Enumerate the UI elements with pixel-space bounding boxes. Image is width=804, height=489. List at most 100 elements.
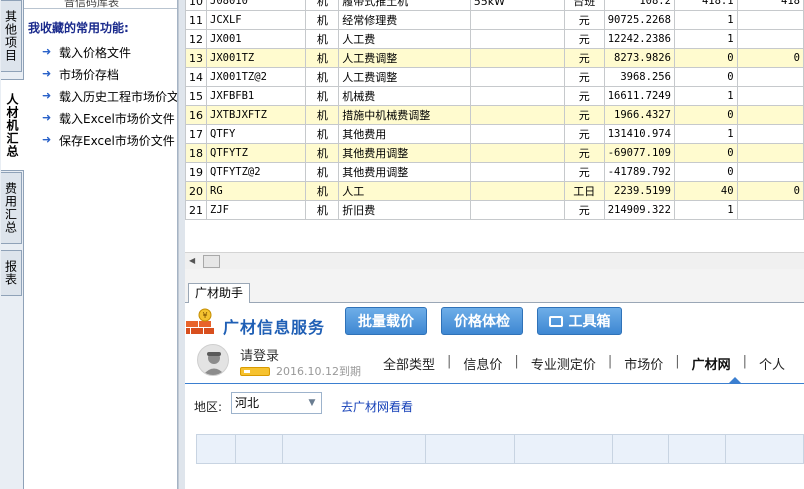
item-spec-cell[interactable]: 55kW — [469, 0, 565, 11]
table-row[interactable]: 12 JX001 机人工费 元 12242.2386 1 — [185, 29, 804, 49]
item-code-cell[interactable]: ZJF — [205, 200, 307, 220]
item-qty-cell[interactable]: 0 — [673, 48, 738, 68]
item-name-cell[interactable]: 人工费调整 — [338, 67, 471, 87]
item-qty-cell[interactable]: 1 — [673, 124, 738, 144]
item-name-cell[interactable]: 人工 — [338, 181, 471, 201]
item-extra-cell[interactable] — [736, 162, 804, 182]
item-name-cell[interactable]: 其他费用调整 — [338, 162, 471, 182]
item-unit-cell[interactable]: 元 — [563, 48, 605, 68]
fav-load-price-file[interactable]: ➜ 载入价格文件 — [42, 43, 131, 61]
item-spec-cell[interactable] — [469, 86, 565, 106]
nav-tab-4[interactable]: 广材网 — [690, 354, 733, 374]
item-spec-cell[interactable] — [469, 48, 565, 68]
tab-cost-summary[interactable]: 费用汇总 — [1, 172, 22, 244]
tab-other-items[interactable]: 其他项目 — [1, 0, 22, 72]
horizontal-scrollbar[interactable]: ◀ — [185, 252, 804, 269]
row-number-cell[interactable]: 21 — [185, 200, 207, 220]
row-number-cell[interactable]: 12 — [185, 29, 207, 49]
item-extra-cell[interactable] — [736, 200, 804, 220]
item-name-cell[interactable]: 经常修理费 — [338, 10, 471, 30]
item-qty-cell[interactable]: 1 — [673, 29, 738, 49]
item-spec-cell[interactable] — [469, 143, 565, 163]
fav-load-history-market-price[interactable]: ➜ 载入历史工程市场价文 — [42, 87, 177, 105]
item-unit-cell[interactable]: 元 — [563, 162, 605, 182]
item-price-cell[interactable]: 90725.2268 — [603, 10, 675, 30]
panel-top-item[interactable]: 音信码库表 — [24, 0, 177, 9]
item-name-cell[interactable]: 其他费用调整 — [338, 143, 471, 163]
item-extra-cell[interactable] — [736, 143, 804, 163]
table-row[interactable]: 10 J08010 机履带式推土机 55kW 台班 108.2 418.1 418 — [185, 0, 804, 11]
item-type-cell[interactable]: 机 — [305, 48, 340, 68]
item-code-cell[interactable]: QTFY — [205, 124, 307, 144]
item-spec-cell[interactable] — [469, 105, 565, 125]
item-type-cell[interactable]: 机 — [305, 105, 340, 125]
nav-tab-3[interactable]: 市场价 — [622, 354, 665, 374]
item-qty-cell[interactable]: 0 — [673, 162, 738, 182]
item-extra-cell[interactable] — [736, 67, 804, 87]
tab-reports[interactable]: 报表 — [1, 250, 22, 296]
user-avatar[interactable] — [197, 344, 229, 376]
item-extra-cell[interactable] — [736, 105, 804, 125]
item-type-cell[interactable]: 机 — [305, 10, 340, 30]
table-row[interactable]: 15 JXFBFB1 机机械费 元 16611.7249 1 — [185, 86, 804, 106]
item-unit-cell[interactable]: 工日 — [563, 181, 605, 201]
item-price-cell[interactable]: 3968.256 — [603, 67, 675, 87]
item-qty-cell[interactable]: 0 — [673, 67, 738, 87]
table-row[interactable]: 11 JCXLF 机经常修理费 元 90725.2268 1 — [185, 10, 804, 30]
item-qty-cell[interactable]: 1 — [673, 86, 738, 106]
item-spec-cell[interactable] — [469, 200, 565, 220]
item-extra-cell[interactable]: 0 — [736, 181, 804, 201]
item-price-cell[interactable]: 8273.9826 — [603, 48, 675, 68]
item-price-cell[interactable]: 131410.974 — [603, 124, 675, 144]
item-code-cell[interactable]: JX001TZ — [205, 48, 307, 68]
row-number-cell[interactable]: 16 — [185, 105, 207, 125]
item-price-cell[interactable]: 214909.322 — [603, 200, 675, 220]
item-spec-cell[interactable] — [469, 29, 565, 49]
row-number-cell[interactable]: 15 — [185, 86, 207, 106]
item-type-cell[interactable]: 机 — [305, 86, 340, 106]
table-row[interactable]: 14 JX001TZ@2 机人工费调整 元 3968.256 0 — [185, 67, 804, 87]
item-spec-cell[interactable] — [469, 10, 565, 30]
item-unit-cell[interactable]: 元 — [563, 29, 605, 49]
row-number-cell[interactable]: 19 — [185, 162, 207, 182]
item-price-cell[interactable]: -41789.792 — [603, 162, 675, 182]
item-name-cell[interactable]: 机械费 — [338, 86, 471, 106]
fav-load-excel-market-price[interactable]: ➜ 载入Excel市场价文件 — [42, 109, 175, 127]
item-unit-cell[interactable]: 台班 — [563, 0, 605, 11]
price-check-button[interactable]: 价格体检 — [441, 307, 523, 335]
item-spec-cell[interactable] — [469, 162, 565, 182]
item-price-cell[interactable]: 1966.4327 — [603, 105, 675, 125]
row-number-cell[interactable]: 10 — [185, 0, 207, 11]
row-number-cell[interactable]: 14 — [185, 67, 207, 87]
item-price-cell[interactable]: 12242.2386 — [603, 29, 675, 49]
item-name-cell[interactable]: 折旧费 — [338, 200, 471, 220]
item-type-cell[interactable]: 机 — [305, 162, 340, 182]
item-code-cell[interactable]: RG — [205, 181, 307, 201]
item-unit-cell[interactable]: 元 — [563, 124, 605, 144]
fav-save-excel-market-price[interactable]: ➜ 保存Excel市场价文件 — [42, 131, 175, 149]
item-code-cell[interactable]: JX001TZ@2 — [205, 67, 307, 87]
item-spec-cell[interactable] — [469, 67, 565, 87]
item-type-cell[interactable]: 机 — [305, 143, 340, 163]
table-row[interactable]: 17 QTFY 机其他费用 元 131410.974 1 — [185, 124, 804, 144]
row-number-cell[interactable]: 11 — [185, 10, 207, 30]
row-number-cell[interactable]: 20 — [185, 181, 207, 201]
item-qty-cell[interactable]: 418.1 — [673, 0, 738, 11]
table-row[interactable]: 18 QTFYTZ 机其他费用调整 元 -69077.109 0 — [185, 143, 804, 163]
item-qty-cell[interactable]: 1 — [673, 200, 738, 220]
tab-guangcai-assistant[interactable]: 广材助手 — [188, 283, 251, 303]
row-number-cell[interactable]: 17 — [185, 124, 207, 144]
item-spec-cell[interactable] — [469, 124, 565, 144]
item-price-cell[interactable]: 2239.5199 — [603, 181, 675, 201]
item-extra-cell[interactable] — [736, 10, 804, 30]
region-select[interactable]: 河北 ▼ — [231, 392, 322, 414]
item-unit-cell[interactable]: 元 — [563, 200, 605, 220]
item-unit-cell[interactable]: 元 — [563, 143, 605, 163]
item-type-cell[interactable]: 机 — [305, 200, 340, 220]
item-code-cell[interactable]: QTFYTZ@2 — [205, 162, 307, 182]
item-unit-cell[interactable]: 元 — [563, 10, 605, 30]
toolbox-button[interactable]: 工具箱 — [537, 307, 622, 335]
table-row[interactable]: 19 QTFYTZ@2 机其他费用调整 元 -41789.792 0 — [185, 162, 804, 182]
item-extra-cell[interactable] — [736, 86, 804, 106]
item-qty-cell[interactable]: 1 — [673, 10, 738, 30]
